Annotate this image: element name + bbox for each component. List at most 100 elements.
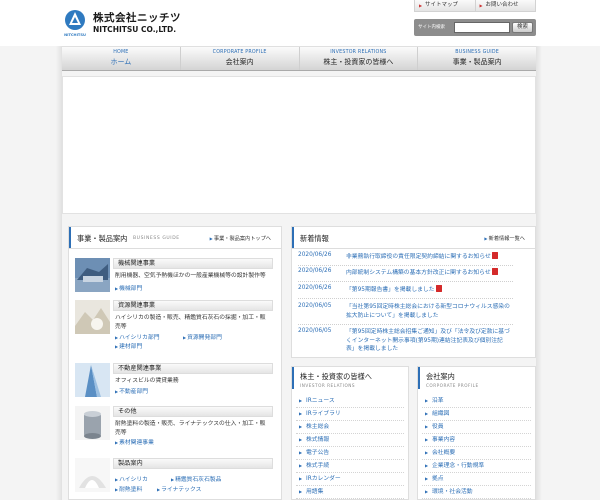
other-business-photo [75,406,110,440]
nav-business-en: BUSINESS GUIDE [455,50,499,55]
nav-home-en: HOME [113,50,129,55]
logo-text: NITCHITSU [64,33,86,37]
ir-link[interactable]: 株式手続 [296,460,404,473]
ir-box-subtitle: INVESTOR RELATIONS [300,383,356,388]
nav-home[interactable]: HOME ホーム [62,47,180,70]
business-link[interactable]: 素材関連事業 [115,437,154,446]
news-title: 新着情報 [300,234,329,243]
contact-link[interactable]: お問い合わせ [474,0,536,11]
nav-corporate-jp: 会社案内 [225,58,254,66]
corp-link[interactable]: 組織図 [422,408,531,421]
business-item-title[interactable]: 機械関連事業 [113,258,273,269]
business-link[interactable]: 資源開発部門 [183,332,222,341]
utility-links: サイトマップ お問い合わせ [414,0,536,12]
ir-link[interactable]: 株式情報 [296,434,404,447]
business-guide-header: 事業・製品案内 BUSINESS GUIDE 事業・製品案内トップへ [69,227,281,249]
business-link[interactable]: 精鑑質石灰石製品 [171,474,221,483]
news-list-link[interactable]: 新着情報一覧へ [484,235,525,242]
news-link[interactable]: 非業務執行取締役の責任限定契約締結に関するお知らせ [346,252,511,262]
nitchitsu-logo-icon: NITCHITSU [64,10,86,37]
business-item-title[interactable]: 製品案内 [113,458,273,469]
ir-link[interactable]: 株主総会 [296,421,404,434]
corp-link[interactable]: 会社概要 [422,447,531,460]
business-link[interactable]: 耐熱塗料 [115,484,142,493]
business-guide-panel: 事業・製品案内 BUSINESS GUIDE 事業・製品案内トップへ 機械関連事… [68,226,282,500]
business-item-resources: 資源関連事業 ハイシリカの製造・販売、精鑑質石灰石の採掘・加工・販売等 ハイシリ… [75,300,273,352]
news-link-text: 内部統制システム構築の基本方針改正に関するお知らせ [346,270,491,276]
hero-banner [62,76,536,214]
business-item-desc: ハイシリカの製造・販売、精鑑質石灰石の採掘・加工・販売等 [115,315,266,330]
news-item: 2020/06/26 「第95期報告書」を掲載しました [298,285,513,299]
nav-ir-jp: 株主・投資家の皆様へ [323,58,394,66]
nav-home-jp: ホーム [110,58,132,66]
corp-link[interactable]: 企業理念・行動規準 [422,460,531,473]
site-search: サイト内検索 検索 [414,19,536,36]
pdf-icon [491,252,498,259]
search-button[interactable]: 検索 [512,22,533,33]
site-header: NITCHITSU 株式会社ニッチツ NITCHITSU CO.,LTD. サイ… [0,0,600,46]
nav-business-jp: 事業・製品案内 [452,58,502,66]
news-item: 2020/06/26 非業務執行取締役の責任限定契約締結に関するお知らせ [298,252,513,266]
business-item-machinery: 機械関連事業 削用機器、空気予熱機ほかの一般産業機械等の設計製作等 機械部門 [75,258,273,294]
page-shadow-right [536,46,542,500]
resources-photo [75,300,110,334]
products-photo [75,458,110,492]
machinery-photo [75,258,110,292]
business-item-title[interactable]: その他 [113,406,273,417]
nav-investor-relations[interactable]: INVESTOR RELATIONS 株主・投資家の皆様へ [298,47,418,70]
pdf-icon [491,268,498,275]
nav-ir-en: INVESTOR RELATIONS [330,50,387,55]
business-guide-subtitle: BUSINESS GUIDE [133,235,180,241]
business-link[interactable]: ハイシリカ [115,474,148,483]
business-item-real-estate: 不動産関連事業 オフィスビルの賃貸業務 不動産部門 [75,363,273,399]
business-guide-title: 事業・製品案内 [77,234,128,243]
corp-link[interactable]: 拠点 [422,473,531,486]
brand-name-en: NITCHITSU CO.,LTD. [93,25,177,34]
ir-box-title: 株主・投資家の皆様へ [300,372,372,381]
nav-corporate-en: CORPORATE PROFILE [212,50,267,55]
business-link[interactable]: 機械部門 [115,283,142,292]
business-item-desc: オフィスビルの賃貸業務 [115,378,179,384]
corp-link[interactable]: 環境・社会活動 [422,486,531,499]
news-date: 2020/06/26 [298,285,332,291]
ir-link[interactable]: IRライブラリ [296,408,404,421]
corp-link-list: 沿革 組織図 役員 事業内容 会社概要 企業理念・行動規準 拠点 環境・社会活動 [422,395,531,499]
corporate-profile-box: 会社案内 CORPORATE PROFILE 沿革 組織図 役員 事業内容 会社… [417,366,536,500]
corp-link[interactable]: 役員 [422,421,531,434]
news-link[interactable]: 内部統制システム構築の基本方針改正に関するお知らせ [346,268,511,278]
sitemap-link[interactable]: サイトマップ [415,0,475,11]
news-link[interactable]: 「第95回定時株主総会招集ご通知」及び「法令及び定款に基づくインターネット開示事… [346,328,511,354]
business-item-desc: 削用機器、空気予熱機ほかの一般産業機械等の設計製作等 [115,273,266,279]
business-link[interactable]: ライナテックス [157,484,201,493]
news-item: 2020/06/05 「第95回定時株主総会招集ご通知」及び「法令及び定款に基づ… [298,328,513,356]
corp-link[interactable]: 沿革 [422,395,531,408]
pdf-icon [435,285,442,292]
news-date: 2020/06/26 [298,252,332,258]
ir-link[interactable]: IRカレンダー [296,473,404,486]
ir-link[interactable]: 用語集 [296,486,404,499]
business-link[interactable]: ハイシリカ部門 [115,332,159,341]
global-nav: HOME ホーム CORPORATE PROFILE 会社案内 INVESTOR… [62,46,536,71]
corp-link[interactable]: 事業内容 [422,434,531,447]
corp-box-title: 会社案内 [426,372,455,381]
news-link[interactable]: 「当社第95回定時株主総会における新型コロナウィルス感染の拡大防止について」を掲… [346,303,511,320]
news-link[interactable]: 「第95期報告書」を掲載しました [346,285,511,295]
news-date: 2020/06/05 [298,328,332,334]
business-item-other: その他 耐熱塗料の製造・販売、ライナテックスの仕入・加工・販売等 素材関連事業 [75,406,273,450]
business-guide-top-link[interactable]: 事業・製品案内トップへ [210,235,271,242]
business-item-products: 製品案内 ハイシリカ 精鑑質石灰石製品 耐熱塗料 ライナテックス [75,458,273,498]
ir-link[interactable]: 電子公告 [296,447,404,460]
business-link[interactable]: 不動産部門 [115,386,148,395]
search-input[interactable] [454,22,510,33]
business-link[interactable]: 建材部門 [115,341,142,350]
brand-name-jp: 株式会社ニッチツ [93,12,181,24]
ir-link[interactable]: IRニュース [296,395,404,408]
news-link-text: 非業務執行取締役の責任限定契約締結に関するお知らせ [346,254,491,260]
nav-business-guide[interactable]: BUSINESS GUIDE 事業・製品案内 [417,47,536,70]
business-item-title[interactable]: 不動産関連事業 [113,363,273,374]
news-date: 2020/06/26 [298,268,332,274]
nav-corporate-profile[interactable]: CORPORATE PROFILE 会社案内 [179,47,299,70]
business-item-desc: 耐熱塗料の製造・販売、ライナテックスの仕入・加工・販売等 [115,421,266,436]
search-label: サイト内検索 [418,25,445,30]
business-item-title[interactable]: 資源関連事業 [113,300,273,311]
